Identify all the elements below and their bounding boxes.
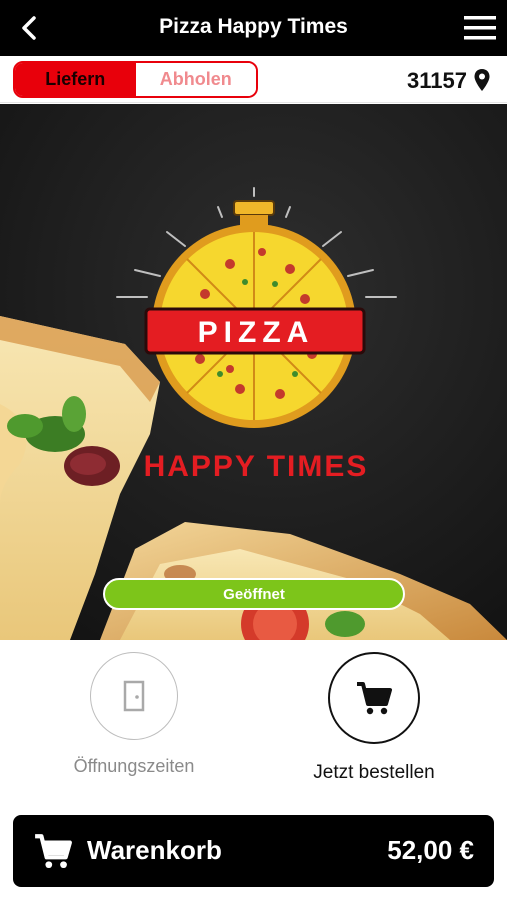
top-app-bar: Pizza Happy Times	[0, 0, 507, 56]
opening-hours-button[interactable]	[90, 652, 178, 740]
page-title: Pizza Happy Times	[159, 15, 348, 38]
location-pin-icon[interactable]	[473, 68, 491, 92]
opening-hours-label: Öffnungszeiten	[73, 756, 195, 776]
cart-icon	[33, 832, 73, 870]
order-now-label: Jetzt bestellen	[313, 762, 435, 783]
open-status-badge: Geöffnet	[103, 578, 405, 610]
cart-label: Warenkorb	[87, 835, 222, 865]
order-mode-toggle: Liefern Abholen	[13, 61, 258, 98]
shopping-cart-icon	[357, 682, 392, 715]
door-icon	[123, 680, 145, 712]
order-mode-bar: Liefern Abholen 31157	[0, 56, 507, 103]
zip-code[interactable]: 31157	[407, 68, 467, 94]
order-now-button[interactable]	[328, 652, 420, 744]
hamburger-menu-icon	[464, 16, 496, 40]
deliver-option[interactable]: Liefern	[15, 63, 136, 96]
cart-button[interactable]: Warenkorb 52,00 €	[13, 815, 494, 887]
menu-button[interactable]	[463, 14, 497, 42]
order-now-action[interactable]: Jetzt bestellen	[274, 652, 474, 784]
logo-word: PIZZA	[198, 316, 315, 349]
cart-total: 52,00 €	[387, 835, 474, 865]
hero-banner: PIZZA HAPPY TIMES Geöffnet	[0, 104, 507, 640]
back-button[interactable]	[14, 12, 46, 44]
hero-background-image: PIZZA HAPPY TIMES	[0, 104, 507, 640]
chevron-left-icon	[22, 16, 36, 40]
pickup-option[interactable]: Abholen	[135, 63, 256, 96]
opening-hours-action[interactable]: Öffnungszeiten	[34, 652, 234, 777]
logo-tagline: HAPPY TIMES	[144, 450, 369, 483]
